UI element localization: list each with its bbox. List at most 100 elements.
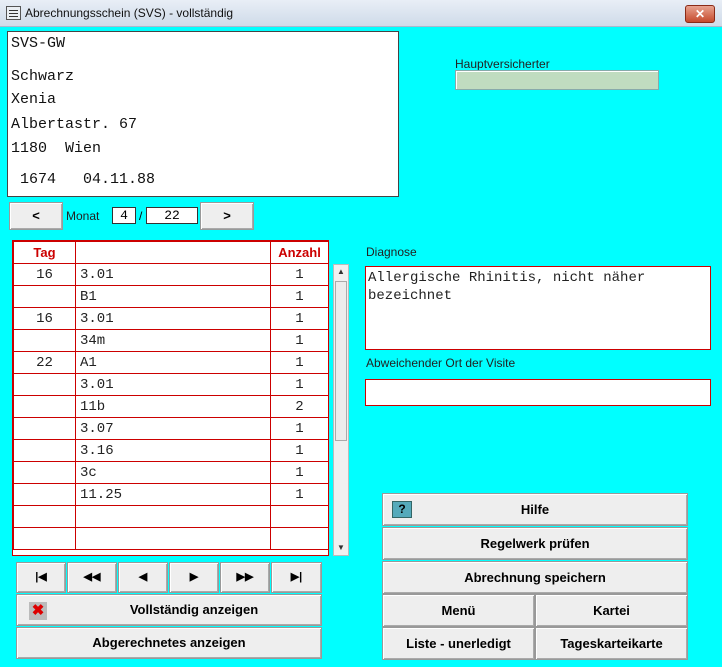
year-input[interactable]: 22 <box>146 207 198 224</box>
column-header-tag: Tag <box>13 241 76 264</box>
vollstaendig-label: Vollständig anzeigen <box>129 602 259 617</box>
cell-anzahl[interactable]: 1 <box>270 263 329 286</box>
cell-tag[interactable]: 22 <box>13 351 76 374</box>
cell-anzahl[interactable]: 1 <box>270 373 329 396</box>
cell-code[interactable]: 3.07 <box>75 417 271 440</box>
table-row[interactable]: 3.16 1 <box>13 439 329 462</box>
cell-anzahl[interactable]: 1 <box>270 329 329 352</box>
regelwerk-pruefen-button[interactable]: Regelwerk prüfen <box>382 527 688 560</box>
cell-tag[interactable] <box>13 439 76 462</box>
kartei-button[interactable]: Kartei <box>535 594 688 627</box>
cell-anzahl[interactable] <box>270 505 329 528</box>
cell-anzahl[interactable] <box>270 527 329 550</box>
patient-address-box: SVS-GW Schwarz Xenia Albertastr. 67 1180… <box>7 31 399 197</box>
cell-anzahl[interactable]: 1 <box>270 461 329 484</box>
help-icon: ? <box>392 501 412 518</box>
table-row[interactable] <box>13 527 329 550</box>
month-input[interactable]: 4 <box>112 207 136 224</box>
table-row[interactable]: 16 3.01 1 <box>13 263 329 286</box>
table-row[interactable]: 11.25 1 <box>13 483 329 506</box>
cell-tag[interactable] <box>13 505 76 528</box>
prev-record-button[interactable]: ◀ <box>118 562 168 593</box>
table-row[interactable] <box>13 505 329 528</box>
table-row[interactable]: 11b 2 <box>13 395 329 418</box>
last-record-button[interactable]: ▶| <box>271 562 322 593</box>
month-label: Monat <box>66 209 100 223</box>
diagnose-label: Diagnose <box>366 245 417 259</box>
cell-anzahl[interactable]: 2 <box>270 395 329 418</box>
window-title: Abrechnungsschein (SVS) - vollständig <box>25 6 234 20</box>
cell-code[interactable] <box>75 527 271 550</box>
cell-code[interactable]: B1 <box>75 285 271 308</box>
firstname-text: Xenia <box>11 91 57 108</box>
scroll-down-arrow[interactable]: ▼ <box>334 541 348 555</box>
vollstaendig-anzeigen-button[interactable]: ✖ Vollständig anzeigen <box>16 594 322 626</box>
id-line-text: 1674 04.11.88 <box>11 171 156 188</box>
cell-anzahl[interactable]: 1 <box>270 483 329 506</box>
first-record-button[interactable]: |◀ <box>16 562 66 593</box>
liste-unerledigt-button[interactable]: Liste - unerledigt <box>382 627 535 660</box>
table-row[interactable]: 34m 1 <box>13 329 329 352</box>
cell-code[interactable]: A1 <box>75 351 271 374</box>
column-header-code <box>75 241 271 264</box>
month-next-button[interactable]: > <box>200 202 254 230</box>
cell-tag[interactable] <box>13 395 76 418</box>
cell-code[interactable]: 3.01 <box>75 307 271 330</box>
scroll-thumb[interactable] <box>335 281 347 441</box>
cell-anzahl[interactable]: 1 <box>270 417 329 440</box>
hauptversicherter-field[interactable] <box>455 70 659 90</box>
cell-tag[interactable] <box>13 417 76 440</box>
cell-anzahl[interactable]: 1 <box>270 307 329 330</box>
cell-code[interactable] <box>75 505 271 528</box>
visite-input[interactable] <box>365 379 711 406</box>
cell-tag[interactable]: 16 <box>13 307 76 330</box>
close-button[interactable]: ✕ <box>685 5 715 23</box>
abgerechnetes-anzeigen-button[interactable]: Abgerechnetes anzeigen <box>16 627 322 659</box>
table-row[interactable]: 3.07 1 <box>13 417 329 440</box>
app-icon <box>6 6 21 20</box>
table-scrollbar[interactable]: ▲ ▼ <box>333 264 349 556</box>
table-row[interactable]: 16 3.01 1 <box>13 307 329 330</box>
cell-anzahl[interactable]: 1 <box>270 439 329 462</box>
cell-tag[interactable] <box>13 373 76 396</box>
cell-code[interactable]: 3.01 <box>75 373 271 396</box>
cell-code[interactable]: 11b <box>75 395 271 418</box>
fast-forward-button[interactable]: ▶▶ <box>220 562 270 593</box>
cell-code[interactable]: 3.01 <box>75 263 271 286</box>
cell-tag[interactable] <box>13 527 76 550</box>
table-row[interactable]: 3.01 1 <box>13 373 329 396</box>
cell-tag[interactable]: 16 <box>13 263 76 286</box>
column-header-anzahl: Anzahl <box>270 241 329 264</box>
cell-anzahl[interactable]: 1 <box>270 351 329 374</box>
month-separator: / <box>139 209 143 223</box>
next-record-button[interactable]: ▶ <box>169 562 219 593</box>
month-prev-button[interactable]: < <box>9 202 63 230</box>
street-text: Albertastr. 67 <box>11 116 138 133</box>
cell-anzahl[interactable]: 1 <box>270 285 329 308</box>
cell-code[interactable]: 3.16 <box>75 439 271 462</box>
cell-code[interactable]: 34m <box>75 329 271 352</box>
cancel-icon: ✖ <box>29 602 47 620</box>
rewind-button[interactable]: ◀◀ <box>67 562 117 593</box>
scroll-up-arrow[interactable]: ▲ <box>334 265 348 279</box>
abrechnung-speichern-button[interactable]: Abrechnung speichern <box>382 561 688 594</box>
cell-code[interactable]: 3c <box>75 461 271 484</box>
diagnose-textarea[interactable]: Allergische Rhinitis, nicht näher bezeic… <box>365 266 711 350</box>
cell-tag[interactable] <box>13 461 76 484</box>
hilfe-button[interactable]: ? Hilfe <box>382 493 688 526</box>
table-row[interactable]: 3c 1 <box>13 461 329 484</box>
cell-tag[interactable] <box>13 285 76 308</box>
table-row[interactable]: 22 A1 1 <box>13 351 329 374</box>
insurer-text: SVS-GW <box>11 35 66 52</box>
services-table: Tag Anzahl 16 3.01 1 B1 1 16 3.01 1 34m 1 22 A1 1 3.0… <box>12 240 329 556</box>
menu-button[interactable]: Menü <box>382 594 535 627</box>
tageskarteikarte-button[interactable]: Tageskarteikarte <box>535 627 688 660</box>
hilfe-label: Hilfe <box>520 502 550 517</box>
cell-code[interactable]: 11.25 <box>75 483 271 506</box>
city-text: 1180 Wien <box>11 140 102 157</box>
cell-tag[interactable] <box>13 483 76 506</box>
cell-tag[interactable] <box>13 329 76 352</box>
visite-label: Abweichender Ort der Visite <box>366 356 516 370</box>
table-body: 16 3.01 1 B1 1 16 3.01 1 34m 1 22 A1 1 3.01 1 11b 2 3.07 1… <box>13 263 329 550</box>
table-row[interactable]: B1 1 <box>13 285 329 308</box>
